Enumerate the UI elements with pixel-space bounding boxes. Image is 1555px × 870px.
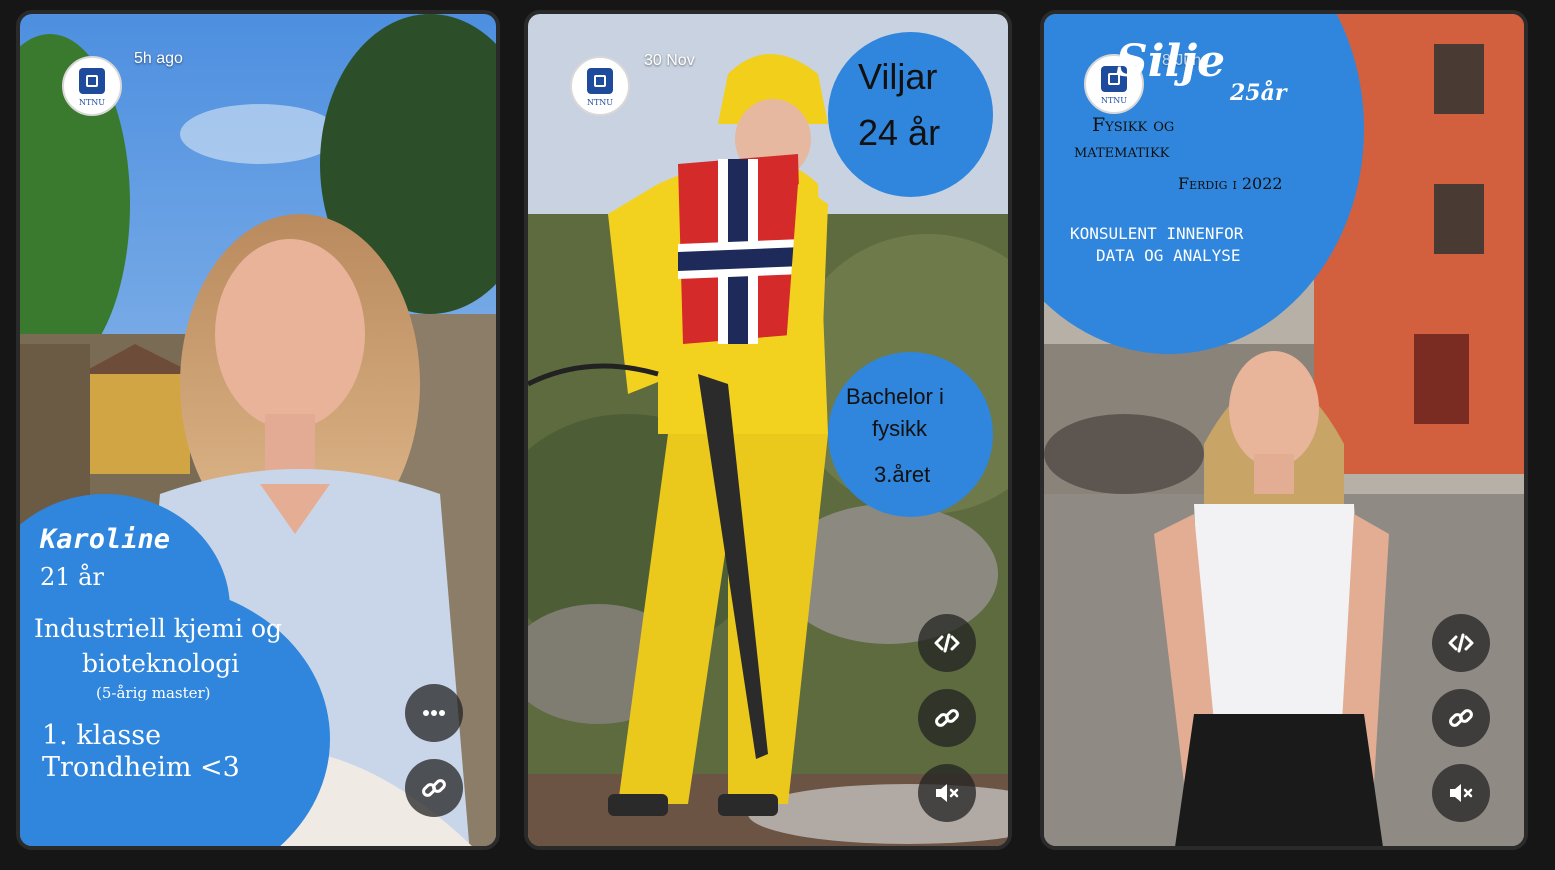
age-label: 25år xyxy=(1230,80,1287,106)
study-line-1: Fysikk og xyxy=(1092,114,1175,136)
link-button[interactable] xyxy=(405,759,463,817)
link-button[interactable] xyxy=(1432,689,1490,747)
job-line-2: DATA OG ANALYSE xyxy=(1096,246,1241,265)
mute-icon xyxy=(1450,784,1473,802)
mute-button[interactable] xyxy=(1432,764,1490,822)
embed-button[interactable] xyxy=(1432,614,1490,672)
name-label: Viljar xyxy=(858,56,938,97)
ntnu-logo-icon xyxy=(587,68,613,94)
age-label: 21 år xyxy=(40,563,104,591)
embed-code-icon xyxy=(934,633,960,653)
link-button[interactable] xyxy=(918,689,976,747)
story-card-silje[interactable]: NTNU 8 Jun Silje 25år Fysikk og matemati… xyxy=(1040,10,1528,850)
timestamp: 30 Nov xyxy=(644,52,695,69)
name-label: Karoline xyxy=(40,524,171,555)
embed-code-icon xyxy=(1448,633,1474,653)
story-card-karoline[interactable]: NTNU 5h ago Karoline 21 år Industriell k… xyxy=(16,10,500,850)
job-line-1: KONSULENT INNENFOR xyxy=(1070,224,1244,243)
study-line-2: fysikk xyxy=(872,416,927,441)
ntnu-avatar[interactable]: NTNU xyxy=(570,56,630,116)
study-line-1: Bachelor i xyxy=(846,384,944,409)
link-icon xyxy=(935,709,959,727)
avatar-label: NTNU xyxy=(78,98,106,107)
city-label: Trondheim <3 xyxy=(42,752,240,783)
story-card-viljar[interactable]: NTNU 30 Nov Viljar 24 år Bachelor i fysi… xyxy=(524,10,1012,850)
name-label: Silje xyxy=(1116,36,1226,87)
avatar-label: NTNU xyxy=(1100,96,1128,105)
timestamp: 5h ago xyxy=(134,50,183,67)
study-note: (5-årig master) xyxy=(96,684,211,702)
year-label: 1. klasse xyxy=(42,720,162,751)
embed-button[interactable] xyxy=(918,614,976,672)
avatar-label: NTNU xyxy=(586,98,614,107)
more-icon xyxy=(423,710,445,716)
age-label: 24 år xyxy=(858,112,941,153)
year-label: 3.året xyxy=(874,462,931,487)
ntnu-logo-icon xyxy=(79,68,105,94)
study-line-2: matematikk xyxy=(1074,140,1170,162)
more-button[interactable] xyxy=(405,684,463,742)
done-label: Ferdig i 2022 xyxy=(1178,174,1283,193)
study-line-2: bioteknologi xyxy=(82,649,240,678)
study-line-1: Industriell kjemi og xyxy=(34,614,283,643)
ntnu-avatar[interactable]: NTNU xyxy=(62,56,122,116)
mute-button[interactable] xyxy=(918,764,976,822)
link-icon xyxy=(422,779,446,797)
link-icon xyxy=(1449,709,1473,727)
mute-icon xyxy=(936,784,959,802)
